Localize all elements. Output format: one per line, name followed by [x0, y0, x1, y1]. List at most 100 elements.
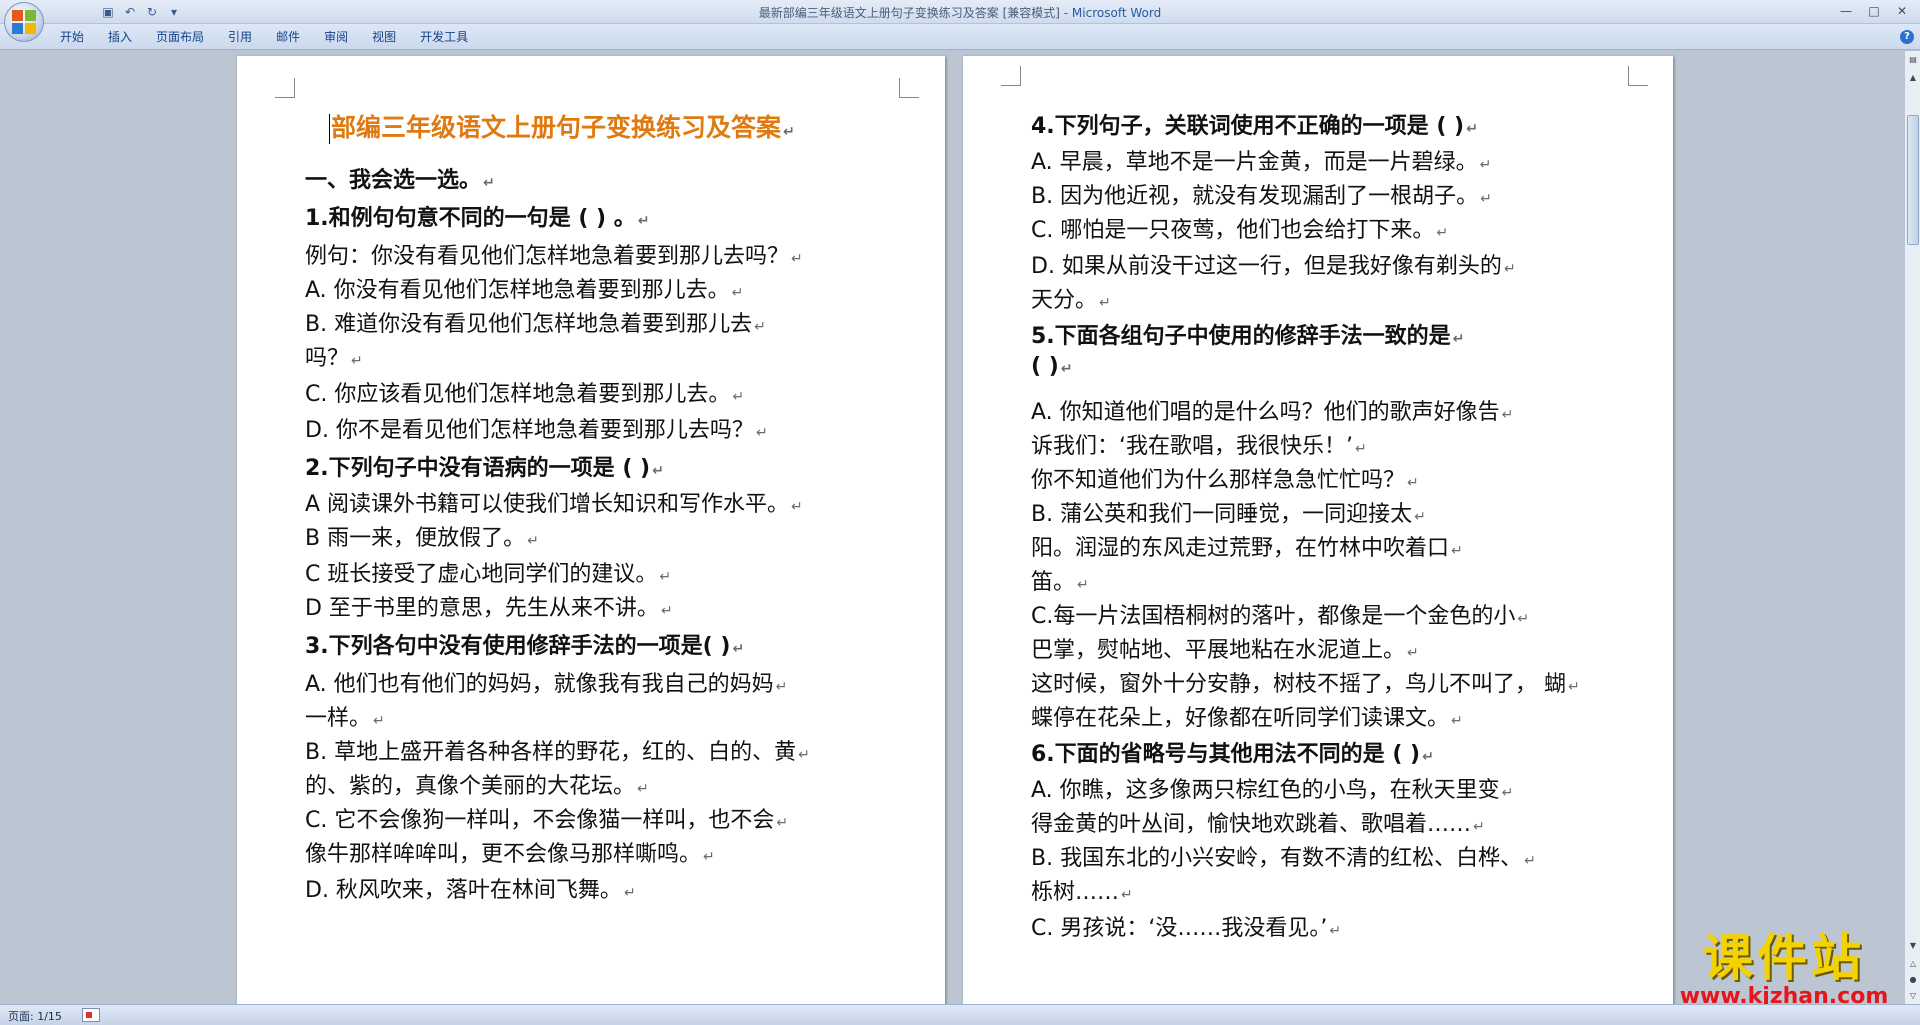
option-1b: B. 难道你没有看见他们怎样地急着要到那儿去 ↵ [305, 312, 766, 337]
option-4d: D. 如果从前没干过这一行，但是我好像有剃头的 ↵ [1031, 254, 1516, 279]
document-page-left[interactable]: 部编三年级语文上册句子变换练习及答案 ↵ 一、我会选一选。 ↵ 1.和例句句意不同的… [237, 56, 945, 1004]
option-6a: A. 你瞧，这多像两只棕红色的小鸟，在秋天里变 ↵ [1031, 778, 1514, 803]
option-6b: B. 我国东北的小兴安岭，有数不清的红松、白桦、 ↵ [1031, 846, 1536, 871]
paragraph-mark: ↵ [1466, 121, 1478, 137]
office-button[interactable] [4, 2, 44, 42]
paragraph-mark: ↵ [659, 569, 672, 585]
option-4d-cont: 天分。 ↵ [1031, 288, 1111, 313]
option-4a: A. 早晨，草地不是一片金黄，而是一片碧绿。 ↵ [1031, 150, 1492, 175]
option-1d: D. 你不是看见他们怎样地急着要到那儿去吗？ ↵ [305, 418, 768, 443]
paragraph-mark: ↵ [1355, 441, 1367, 457]
crop-mark [1001, 66, 1021, 86]
option-3d: D. 秋风吹来，落叶在林间飞舞。 ↵ [305, 878, 636, 903]
document-title-text: 部编三年级语文上册句子变换练习及答案 ↵ [329, 113, 795, 144]
watermark-text: 课件站 [1703, 929, 1865, 987]
paragraph-mark: ↵ [731, 285, 744, 301]
previous-page-icon[interactable]: △ [1907, 957, 1919, 971]
option-5c-cont3: 蝶停在花朵上，好像都在听同学们读课文。 ↵ [1031, 706, 1463, 731]
paragraph-mark: ↵ [1503, 261, 1516, 277]
title-bar: ▣ ↶ ↻ ▾ 最新部编三年级语文上册句子变换练习及答案 [兼容模式] - Mi… [0, 0, 1920, 24]
ribbon: 开始 插入 页面布局 引用 邮件 审阅 视图 开发工具 ? [0, 24, 1920, 50]
option-6a-cont: 得金黄的叶丛间，愉快地欢跳着、歌唱着…… ↵ [1031, 812, 1485, 837]
option-1a: A. 你没有看见他们怎样地急着要到那儿去。 ↵ [305, 278, 744, 303]
paragraph-mark: ↵ [1473, 819, 1485, 835]
text-cursor [329, 114, 330, 144]
option-6c: C. 男孩说：‘没……我没看见。’ ↵ [1031, 916, 1342, 941]
option-1b-cont: 吗？ ↵ [305, 346, 363, 371]
option-3a: A. 他们也有他们的妈妈，就像我有我自己的妈妈 ↵ [305, 672, 788, 697]
option-2b: B 雨一来，便放假了。 ↵ [305, 526, 539, 551]
option-4c: C. 哪怕是一只夜莺，他们也会给打下来。 ↵ [1031, 218, 1449, 243]
proofing-status-icon[interactable] [82, 1008, 100, 1022]
tab-home[interactable]: 开始 [48, 28, 96, 46]
office-logo-icon [12, 10, 36, 34]
option-5c-cont2: 这时候，窗外十分安静，树枝不摇了，鸟儿不叫了， 蝴 ↵ [1031, 672, 1580, 697]
window-title: 最新部编三年级语文上册句子变换练习及答案 [兼容模式] - Microsoft … [0, 4, 1920, 21]
paragraph-mark: ↵ [1099, 295, 1111, 311]
page-indicator[interactable]: 页面: 1/15 [8, 1008, 62, 1024]
option-2d: D 至于书里的意思，先生从来不讲。 ↵ [305, 596, 673, 621]
watermark-logo: 课件站 www.kjzhan.com [1668, 930, 1900, 1008]
question-5: 5.下面各组句子中使用的修辞手法一致的是 ↵ [1031, 324, 1465, 349]
status-bar: 页面: 1/15 [0, 1004, 1920, 1025]
document-page-right[interactable]: 4.下列句子，关联词使用不正确的一项是 ( ) ↵ A. 早晨，草地不是一片金黄，… [963, 56, 1673, 1004]
close-icon[interactable]: ✕ [1888, 2, 1916, 20]
app-name: Microsoft Word [1071, 6, 1162, 20]
option-5a-cont: 诉我们：‘我在歌唱，我很快乐！’ ↵ [1031, 434, 1367, 459]
paragraph-mark: ↵ [1407, 475, 1419, 491]
paragraph-mark: ↵ [637, 213, 650, 229]
tab-developer[interactable]: 开发工具 [408, 28, 480, 46]
tab-review[interactable]: 审阅 [312, 28, 360, 46]
next-page-icon[interactable]: ▽ [1907, 989, 1919, 1003]
paragraph-mark: ↵ [798, 747, 810, 763]
paragraph-mark: ↵ [623, 885, 636, 901]
tab-insert[interactable]: 插入 [96, 28, 144, 46]
window-controls: — □ ✕ [1832, 2, 1916, 20]
scrollbar-thumb[interactable] [1907, 115, 1919, 245]
option-5a: A. 你知道他们唱的是什么吗？他们的歌声好像告 ↵ [1031, 400, 1514, 425]
paragraph-mark: ↵ [1329, 923, 1342, 939]
scroll-down-icon[interactable]: ▼ [1907, 939, 1919, 953]
minimize-icon[interactable]: — [1832, 2, 1860, 20]
paragraph-mark: ↵ [755, 425, 768, 441]
option-5c: C.每一片法国梧桐树的落叶，都像是一个金色的小 ↵ [1031, 604, 1530, 629]
ribbon-tabs: 开始 插入 页面布局 引用 邮件 审阅 视图 开发工具 [48, 28, 480, 46]
paragraph-mark: ↵ [1121, 887, 1133, 903]
paragraph-mark: ↵ [703, 849, 715, 865]
paragraph-mark: ↵ [660, 603, 673, 619]
help-icon[interactable]: ? [1900, 30, 1914, 44]
maximize-icon[interactable]: □ [1860, 2, 1888, 20]
option-3b-cont: 的、紫的，真像个美丽的大花坛。 ↵ [305, 774, 649, 799]
scroll-up-icon[interactable]: ▲ [1907, 71, 1919, 85]
crop-mark [899, 78, 919, 98]
paragraph-mark: ↵ [1414, 509, 1426, 525]
vertical-scrollbar[interactable]: ▤ ▲ ▼ △ ● ▽ [1904, 51, 1920, 1004]
option-3c-cont: 像牛那样哞哞叫，更不会像马那样嘶鸣。 ↵ [305, 842, 715, 867]
paragraph-mark: ↵ [1517, 611, 1530, 627]
document-area[interactable]: 部编三年级语文上册句子变换练习及答案 ↵ 一、我会选一选。 ↵ 1.和例句句意不同的… [0, 51, 1904, 1004]
browse-object-icon[interactable]: ● [1907, 973, 1919, 987]
option-6b-cont: 栎树…… ↵ [1031, 880, 1133, 905]
paragraph-mark: ↵ [1452, 331, 1465, 347]
option-5b-cont: 阳。润湿的东风走过荒野，在竹林中吹着口 ↵ [1031, 536, 1463, 561]
tab-mailings[interactable]: 邮件 [264, 28, 312, 46]
paragraph-mark: ↵ [783, 124, 795, 140]
paragraph-mark: ↵ [637, 781, 649, 797]
paragraph-mark: ↵ [732, 641, 745, 657]
option-5a-cont2: 你不知道他们为什么那样急急忙忙吗？ ↵ [1031, 468, 1419, 493]
question-4: 4.下列句子，关联词使用不正确的一项是 ( ) ↵ [1031, 114, 1478, 139]
section-heading: 一、我会选一选。 ↵ [305, 168, 495, 193]
option-2c: C 班长接受了虚心地同学们的建议。 ↵ [305, 562, 672, 587]
tab-page-layout[interactable]: 页面布局 [144, 28, 216, 46]
option-1c: C. 你应该看见他们怎样地急着要到那儿去。 ↵ [305, 382, 745, 407]
tab-references[interactable]: 引用 [216, 28, 264, 46]
paragraph-mark: ↵ [1422, 749, 1434, 765]
crop-mark [275, 78, 295, 98]
paragraph-mark: ↵ [1568, 679, 1580, 695]
option-4b: B. 因为他近视，就没有发现漏刮了一根胡子。 ↵ [1031, 184, 1492, 209]
ruler-toggle-icon[interactable]: ▤ [1907, 53, 1919, 67]
paragraph-mark: ↵ [1480, 191, 1492, 207]
tab-view[interactable]: 视图 [360, 28, 408, 46]
paragraph-mark: ↵ [1501, 407, 1514, 423]
paragraph-mark: ↵ [652, 463, 664, 479]
